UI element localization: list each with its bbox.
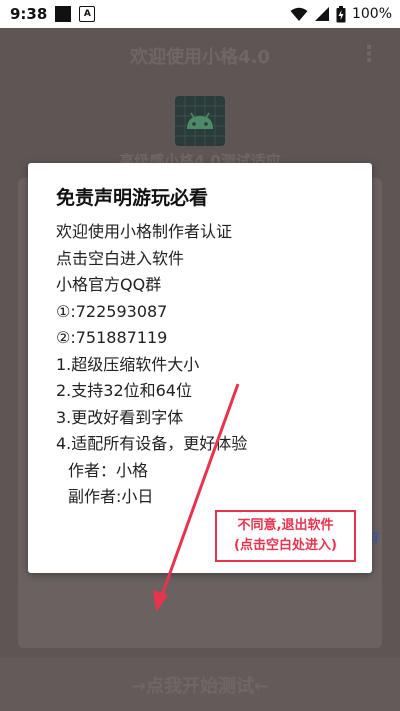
dialog-message: 欢迎使用小格制作者认证 点击空白进入软件 小格官方QQ群 ①:722593087… bbox=[56, 219, 247, 511]
dialog-line: 2.支持32位和64位 bbox=[56, 381, 192, 400]
battery-percentage: 100% bbox=[351, 6, 392, 22]
wifi-icon bbox=[290, 7, 308, 21]
decline-label: 不同意,退出软件 bbox=[237, 518, 334, 533]
signal-icon bbox=[314, 7, 329, 21]
dialog-line: 小格官方QQ群 bbox=[56, 275, 162, 294]
dialog-line: ①:722593087 bbox=[56, 301, 168, 321]
dialog-title: 免责声明游玩必看 bbox=[56, 187, 209, 209]
battery-icon bbox=[336, 5, 346, 22]
more-options-icon[interactable]: ⋮ bbox=[358, 42, 380, 67]
dialog-line: 1.超级压缩软件大小 bbox=[56, 354, 200, 374]
author-line: 作者：小格 bbox=[68, 460, 149, 480]
status-bar: 9:38 A 100% bbox=[0, 0, 400, 28]
co-author-line: 副作者:小日 bbox=[68, 487, 154, 506]
decline-hint: (点击空白处进入) bbox=[234, 538, 337, 553]
dialog-line: ②:751887119 bbox=[56, 328, 168, 347]
dialog-line: 点击空白进入软件 bbox=[56, 248, 185, 268]
android-logo-icon bbox=[175, 96, 225, 146]
dialog-line: 3.更改好看到字体 bbox=[56, 407, 184, 427]
app-title: 欢迎使用小格4.0 bbox=[130, 47, 270, 68]
decline-exit-button[interactable]: 不同意,退出软件 (点击空白处进入) bbox=[215, 510, 356, 562]
disclaimer-dialog: 免责声明游玩必看 欢迎使用小格制作者认证 点击空白进入软件 小格官方QQ群 ①:… bbox=[28, 163, 372, 573]
notification-icon bbox=[55, 6, 72, 22]
status-time: 9:38 bbox=[10, 5, 48, 23]
status-icons: 100% bbox=[290, 0, 392, 28]
notification-a-icon: A bbox=[79, 6, 96, 22]
start-test-button[interactable]: →点我开始测试← bbox=[0, 658, 400, 711]
dialog-line: 4.适配所有设备，更好体验 bbox=[56, 434, 248, 453]
dialog-line: 欢迎使用小格制作者认证 bbox=[56, 222, 233, 241]
app-title-bar: 欢迎使用小格4.0 ⋮ bbox=[0, 28, 400, 84]
